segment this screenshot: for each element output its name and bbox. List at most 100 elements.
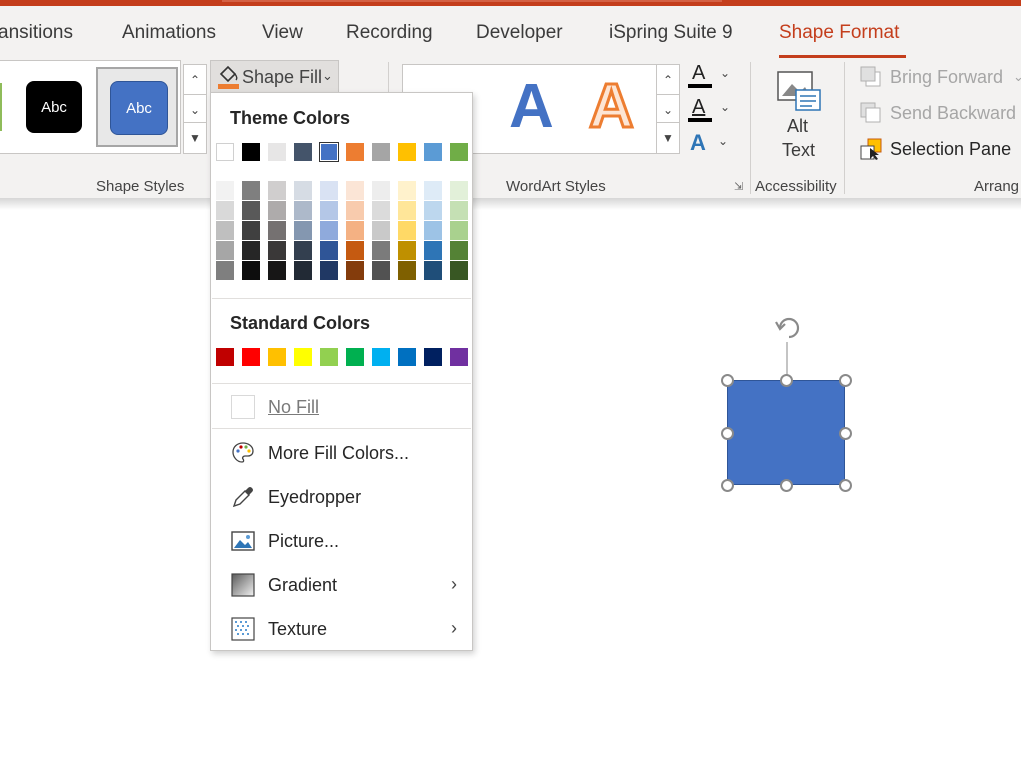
standard-color-swatch[interactable] xyxy=(398,348,416,366)
theme-shade-swatch[interactable] xyxy=(268,241,286,260)
theme-shade-swatch[interactable] xyxy=(450,201,468,220)
theme-shade-swatch[interactable] xyxy=(268,201,286,220)
theme-color-swatch[interactable] xyxy=(372,143,390,161)
alt-text-button[interactable]: Alt Text xyxy=(768,66,828,166)
theme-shade-swatch[interactable] xyxy=(398,241,416,260)
eyedropper-item[interactable]: Eyedropper xyxy=(212,477,471,517)
theme-shade-swatch[interactable] xyxy=(372,221,390,240)
theme-shade-swatch[interactable] xyxy=(372,181,390,200)
resize-handle[interactable] xyxy=(780,374,793,387)
theme-color-swatch[interactable] xyxy=(346,143,364,161)
standard-color-swatch[interactable] xyxy=(242,348,260,366)
chevron-down-icon[interactable]: ⌄ xyxy=(718,134,728,148)
theme-color-swatch[interactable] xyxy=(424,143,442,161)
style-thumb-black[interactable]: Abc xyxy=(26,81,82,133)
chevron-down-icon[interactable]: ⌄ xyxy=(720,66,730,80)
theme-shade-swatch[interactable] xyxy=(346,261,364,280)
theme-shade-swatch[interactable] xyxy=(242,181,260,200)
theme-shade-swatch[interactable] xyxy=(294,181,312,200)
tab-ispring-suite[interactable]: iSpring Suite 9 xyxy=(609,22,733,44)
theme-shade-swatch[interactable] xyxy=(398,261,416,280)
theme-color-swatch[interactable] xyxy=(319,142,339,162)
theme-shade-swatch[interactable] xyxy=(320,201,338,220)
theme-shade-swatch[interactable] xyxy=(450,241,468,260)
theme-shade-swatch[interactable] xyxy=(346,241,364,260)
selection-pane-button[interactable]: Selection Pane xyxy=(860,138,1011,160)
shape-fill-button[interactable]: Shape Fill ⌄ xyxy=(210,60,339,94)
standard-color-swatch[interactable] xyxy=(320,348,338,366)
more-fill-colors-item[interactable]: More Fill Colors... xyxy=(212,433,471,473)
theme-shade-swatch[interactable] xyxy=(320,241,338,260)
standard-color-swatch[interactable] xyxy=(424,348,442,366)
tab-developer[interactable]: Developer xyxy=(476,22,563,44)
style-thumb-partial[interactable] xyxy=(0,83,2,131)
standard-color-swatch[interactable] xyxy=(268,348,286,366)
theme-shade-swatch[interactable] xyxy=(216,181,234,200)
theme-shade-swatch[interactable] xyxy=(294,241,312,260)
wordart-more[interactable]: ▼ xyxy=(656,122,680,154)
theme-color-swatch[interactable] xyxy=(242,143,260,161)
theme-shade-swatch[interactable] xyxy=(450,221,468,240)
theme-shade-swatch[interactable] xyxy=(294,221,312,240)
theme-shade-swatch[interactable] xyxy=(424,261,442,280)
theme-shade-swatch[interactable] xyxy=(346,201,364,220)
theme-shade-swatch[interactable] xyxy=(424,201,442,220)
standard-color-swatch[interactable] xyxy=(346,348,364,366)
resize-handle[interactable] xyxy=(721,374,734,387)
tab-transitions[interactable]: ansitions xyxy=(0,22,73,44)
theme-shade-swatch[interactable] xyxy=(398,221,416,240)
no-fill-item[interactable]: No Fill xyxy=(212,387,471,427)
theme-shade-swatch[interactable] xyxy=(450,181,468,200)
theme-shade-swatch[interactable] xyxy=(320,261,338,280)
theme-shade-swatch[interactable] xyxy=(424,181,442,200)
send-backward-button[interactable]: Send Backward xyxy=(860,102,1016,124)
wordart-scroll-up[interactable]: ⌃ xyxy=(656,64,680,96)
theme-shade-swatch[interactable] xyxy=(346,181,364,200)
dialog-launcher-icon[interactable]: ⇲ xyxy=(734,180,743,193)
texture-item[interactable]: Texture › xyxy=(212,609,471,649)
gallery-scroll-up[interactable]: ⌃ xyxy=(183,64,207,96)
bring-forward-button[interactable]: Bring Forward ⌄ xyxy=(860,66,1021,88)
standard-color-swatch[interactable] xyxy=(216,348,234,366)
gradient-item[interactable]: Gradient › xyxy=(212,565,471,605)
wordart-blue-a[interactable]: A xyxy=(509,71,554,142)
theme-shade-swatch[interactable] xyxy=(268,181,286,200)
theme-color-swatch[interactable] xyxy=(450,143,468,161)
theme-shade-swatch[interactable] xyxy=(450,261,468,280)
resize-handle[interactable] xyxy=(839,426,852,440)
text-effects-button[interactable]: A ⌄ xyxy=(688,130,734,158)
tab-shape-format[interactable]: Shape Format xyxy=(779,22,899,44)
standard-color-swatch[interactable] xyxy=(372,348,390,366)
theme-shade-swatch[interactable] xyxy=(268,221,286,240)
theme-color-swatch[interactable] xyxy=(268,143,286,161)
tab-animations[interactable]: Animations xyxy=(122,22,216,44)
style-thumb-blue[interactable]: Abc xyxy=(110,81,168,135)
theme-shade-swatch[interactable] xyxy=(242,201,260,220)
theme-shade-swatch[interactable] xyxy=(346,221,364,240)
theme-shade-swatch[interactable] xyxy=(372,241,390,260)
chevron-down-icon[interactable]: ⌄ xyxy=(720,100,730,114)
resize-handle[interactable] xyxy=(839,374,852,387)
theme-shade-swatch[interactable] xyxy=(398,201,416,220)
theme-shade-swatch[interactable] xyxy=(242,261,260,280)
resize-handle[interactable] xyxy=(839,479,852,492)
theme-shade-swatch[interactable] xyxy=(424,221,442,240)
tab-view[interactable]: View xyxy=(262,22,303,44)
theme-shade-swatch[interactable] xyxy=(372,261,390,280)
theme-shade-swatch[interactable] xyxy=(242,221,260,240)
gallery-more[interactable]: ▼ xyxy=(183,122,207,154)
theme-shade-swatch[interactable] xyxy=(320,181,338,200)
resize-handle[interactable] xyxy=(721,479,734,492)
theme-shade-swatch[interactable] xyxy=(372,201,390,220)
text-fill-button[interactable]: A ⌄ xyxy=(688,62,734,90)
theme-shade-swatch[interactable] xyxy=(268,261,286,280)
theme-shade-swatch[interactable] xyxy=(294,261,312,280)
style-thumb-selected-frame[interactable]: Abc xyxy=(96,67,178,147)
theme-shade-swatch[interactable] xyxy=(216,221,234,240)
theme-color-swatch[interactable] xyxy=(398,143,416,161)
theme-shade-swatch[interactable] xyxy=(216,201,234,220)
theme-shade-swatch[interactable] xyxy=(424,241,442,260)
theme-shade-swatch[interactable] xyxy=(294,201,312,220)
theme-shade-swatch[interactable] xyxy=(216,241,234,260)
resize-handle[interactable] xyxy=(721,426,734,440)
